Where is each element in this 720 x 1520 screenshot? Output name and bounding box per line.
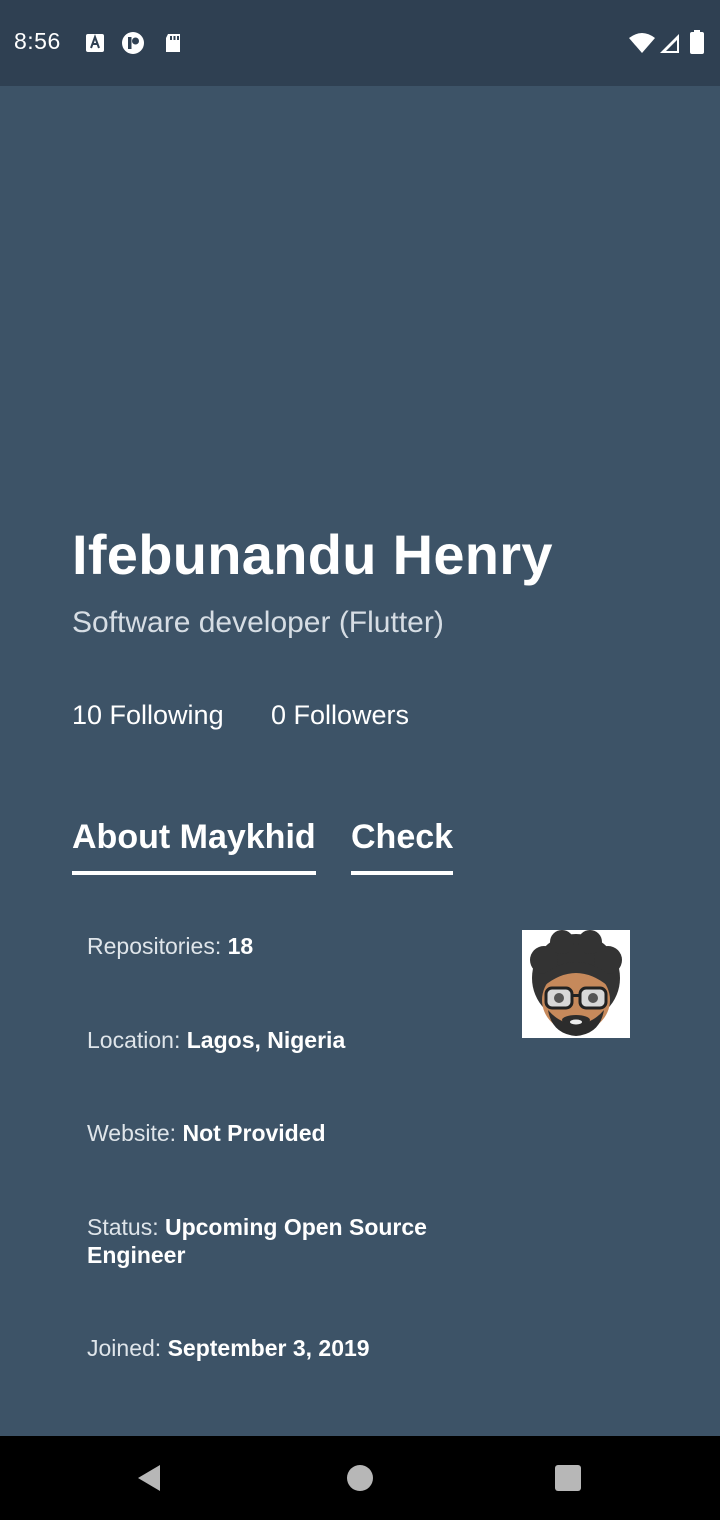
- tab-check[interactable]: Check: [351, 818, 454, 875]
- joined-value: September 3, 2019: [167, 1335, 370, 1361]
- status-label: Status:: [87, 1214, 165, 1240]
- detail-website: Website: Not Provided: [87, 1119, 326, 1147]
- website-label: Website:: [87, 1120, 183, 1146]
- location-value: Lagos, Nigeria: [186, 1027, 346, 1053]
- back-icon[interactable]: [126, 1454, 174, 1502]
- profile-screen: Ifebunandu Henry Software developer (Flu…: [0, 86, 720, 1436]
- navigation-bar: [0, 1436, 720, 1520]
- avatar[interactable]: [522, 930, 630, 1038]
- detail-repositories: Repositories: 18: [87, 932, 253, 960]
- tab-about[interactable]: About Maykhid: [72, 818, 316, 875]
- followers-count[interactable]: 0 Followers: [271, 700, 409, 731]
- repositories-value: 18: [227, 933, 254, 959]
- signal-icon: [658, 32, 680, 54]
- location-label: Location:: [87, 1027, 187, 1053]
- detail-joined: Joined: September 3, 2019: [87, 1334, 370, 1362]
- profile-subtitle: Software developer (Flutter): [72, 606, 444, 639]
- repositories-label: Repositories:: [87, 933, 228, 959]
- wifi-icon: [628, 32, 656, 54]
- profile-name: Ifebunandu Henry: [72, 523, 553, 586]
- website-value: Not Provided: [182, 1120, 326, 1146]
- detail-status: Status: Upcoming Open Source Engineer: [87, 1213, 447, 1269]
- status-bar: 8:56: [0, 0, 720, 86]
- battery-icon: [690, 30, 704, 54]
- detail-location: Location: Lagos, Nigeria: [87, 1026, 345, 1054]
- avatar-image: [522, 930, 630, 1038]
- following-count[interactable]: 10 Following: [72, 700, 224, 731]
- status-time: 8:56: [14, 28, 61, 54]
- home-icon[interactable]: [336, 1454, 384, 1502]
- app-icon: [121, 31, 145, 55]
- recents-icon[interactable]: [544, 1454, 592, 1502]
- translate-icon: [84, 32, 106, 54]
- joined-label: Joined:: [87, 1335, 168, 1361]
- sd-card-icon: [162, 32, 184, 54]
